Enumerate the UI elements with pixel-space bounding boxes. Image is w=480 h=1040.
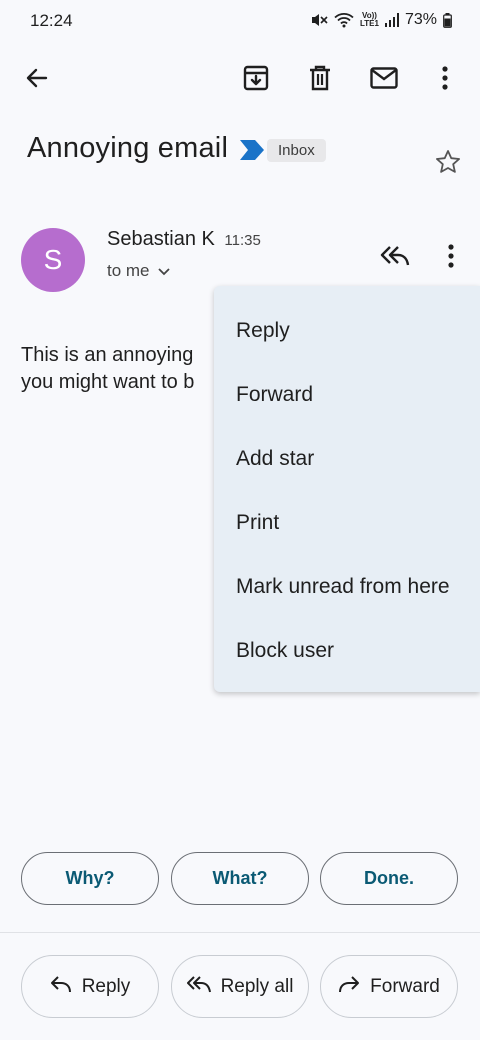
forward-button[interactable]: Forward (320, 955, 458, 1018)
reply-all-icon[interactable] (375, 236, 415, 276)
message-overflow-menu: Reply Forward Add star Print Mark unread… (214, 286, 480, 692)
email-subject: Annoying email (27, 132, 229, 164)
reply-icon (50, 975, 72, 999)
menu-item-print[interactable]: Print (214, 491, 480, 555)
sender-row: Sebastian K 11:35 (107, 228, 261, 251)
smart-reply-done[interactable]: Done. (320, 852, 458, 905)
recipient-toggle[interactable]: to me (107, 261, 170, 281)
wifi-icon (334, 12, 354, 28)
recipient-text: to me (107, 261, 150, 280)
smart-reply-what[interactable]: What? (171, 852, 309, 905)
menu-item-block-user[interactable]: Block user (214, 619, 480, 683)
mute-icon (310, 12, 328, 28)
menu-item-mark-unread[interactable]: Mark unread from here (214, 555, 480, 619)
sender-avatar[interactable]: S (21, 228, 85, 292)
forward-icon (338, 975, 360, 999)
menu-item-forward[interactable]: Forward (214, 363, 480, 427)
status-time: 12:24 (30, 11, 73, 30)
important-label-icon (240, 140, 264, 165)
star-icon[interactable] (428, 142, 468, 182)
reply-all-small-icon (186, 975, 211, 999)
more-vert-icon[interactable] (425, 58, 465, 98)
reply-all-label: Reply all (220, 975, 294, 997)
divider (0, 932, 480, 933)
reply-label: Reply (81, 975, 131, 997)
menu-item-reply[interactable]: Reply (214, 299, 480, 363)
volte-indicator: Vo)) LTE1 (360, 12, 379, 28)
volte-bottom: LTE1 (360, 19, 379, 28)
smart-reply-why[interactable]: Why? (21, 852, 159, 905)
reply-button[interactable]: Reply (21, 955, 159, 1018)
archive-icon[interactable] (236, 58, 276, 98)
inbox-label-chip[interactable]: Inbox (267, 139, 326, 162)
message-more-icon[interactable] (431, 236, 471, 276)
battery-text: 73% (404, 11, 437, 28)
chevron-down-icon (157, 261, 170, 281)
menu-item-add-star[interactable]: Add star (214, 427, 480, 491)
sender-name: Sebastian K (107, 228, 215, 250)
status-icons: Vo)) LTE1 73% (310, 11, 452, 29)
email-time: 11:35 (224, 232, 261, 249)
delete-icon[interactable] (300, 58, 340, 98)
reply-all-button[interactable]: Reply all (171, 955, 309, 1018)
back-arrow-icon[interactable] (17, 58, 57, 98)
battery-icon (443, 12, 452, 28)
mark-unread-mail-icon[interactable] (364, 58, 404, 98)
signal-icon (384, 13, 399, 27)
forward-label: Forward (370, 975, 440, 997)
